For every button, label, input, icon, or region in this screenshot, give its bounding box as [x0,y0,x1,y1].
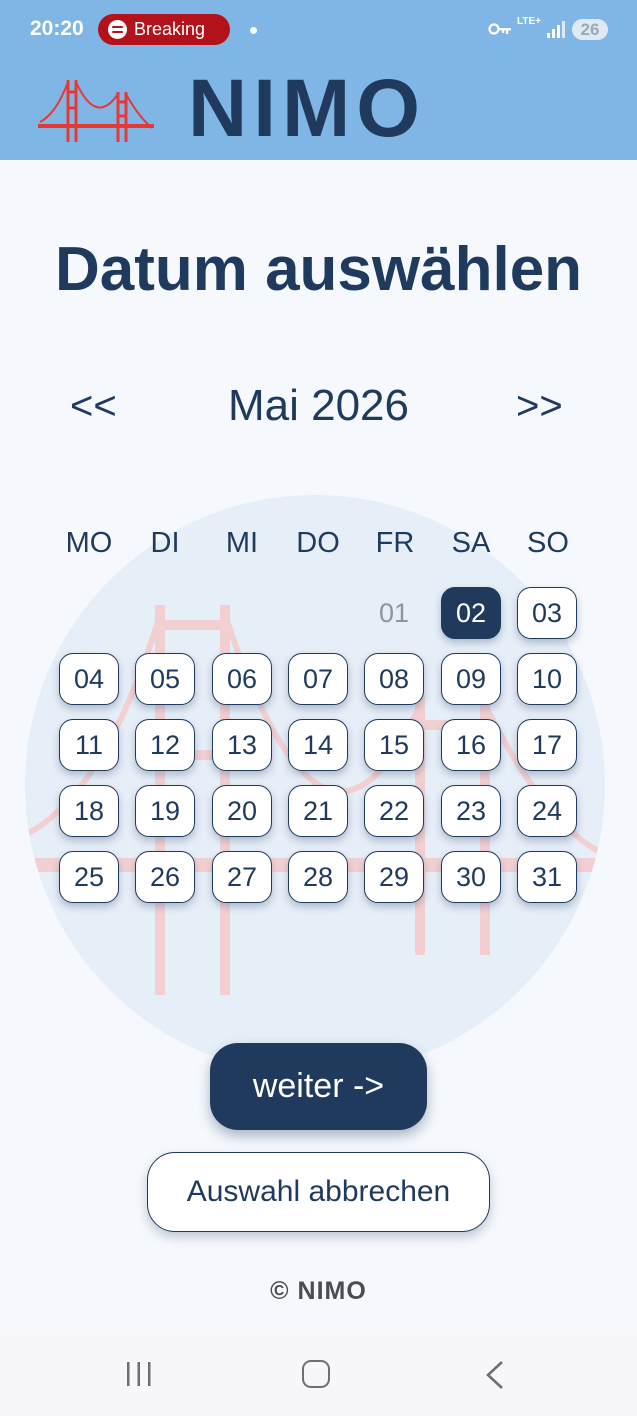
spotify-icon [108,20,127,39]
battery-indicator: 26 [572,19,608,40]
media-chip-label: Breaking [134,19,206,39]
day-18[interactable]: 18 [59,785,119,837]
day-29[interactable]: 29 [364,851,424,903]
day-14[interactable]: 14 [288,719,348,771]
notification-dot-icon [250,27,257,34]
weekday-di: DI [150,527,180,559]
day-25[interactable]: 25 [59,851,119,903]
weekday-mi: MI [225,527,259,559]
next-month-button[interactable]: >> [516,380,563,432]
day-03[interactable]: 03 [517,587,577,639]
golden-gate-bridge-icon [38,80,154,142]
day-06[interactable]: 06 [212,653,272,705]
day-07[interactable]: 07 [288,653,348,705]
cancel-selection-button[interactable]: Auswahl abbrechen [147,1152,490,1232]
day-12[interactable]: 12 [135,719,195,771]
weekday-fr: FR [375,527,415,559]
back-icon[interactable] [484,1360,506,1390]
weekday-so: SO [527,527,569,559]
day-17[interactable]: 17 [517,719,577,771]
vpn-key-icon [488,23,511,35]
weekday-mo: MO [65,527,113,559]
home-icon[interactable] [302,1360,330,1388]
network-type: LTE+ [517,16,541,27]
status-time: 20:20 [30,17,84,40]
day-27[interactable]: 27 [212,851,272,903]
day-05[interactable]: 05 [135,653,195,705]
day-26[interactable]: 26 [135,851,195,903]
day-04[interactable]: 04 [59,653,119,705]
day-10[interactable]: 10 [517,653,577,705]
weekday-do: DO [296,527,340,559]
day-19[interactable]: 19 [135,785,195,837]
media-chip[interactable]: Breaking [98,14,230,45]
weekday-sa: SA [451,527,491,559]
day-31[interactable]: 31 [517,851,577,903]
continue-button[interactable]: weiter -> [210,1043,427,1130]
recent-apps-icon[interactable] [124,1360,154,1388]
day-28[interactable]: 28 [288,851,348,903]
day-01: 01 [378,597,410,628]
day-15[interactable]: 15 [364,719,424,771]
copyright-footer: © NIMO [270,1277,367,1305]
day-24[interactable]: 24 [517,785,577,837]
day-08[interactable]: 08 [364,653,424,705]
day-20[interactable]: 20 [212,785,272,837]
day-13[interactable]: 13 [212,719,272,771]
day-23[interactable]: 23 [441,785,501,837]
day-16[interactable]: 16 [441,719,501,771]
brand-name: NIMO [188,63,427,154]
day-22[interactable]: 22 [364,785,424,837]
day-11[interactable]: 11 [59,719,119,771]
day-02[interactable]: 02 [441,587,501,639]
page-title: Datum auswählen [54,235,583,304]
day-30[interactable]: 30 [441,851,501,903]
day-21[interactable]: 21 [288,785,348,837]
status-bar: 20:20 Breaking LTE+ 26 [0,0,637,60]
signal-strength-icon [547,21,565,38]
system-nav-bar [0,1330,637,1416]
day-09[interactable]: 09 [441,653,501,705]
app-header: 20:20 Breaking LTE+ 26 NIMO [0,0,637,160]
